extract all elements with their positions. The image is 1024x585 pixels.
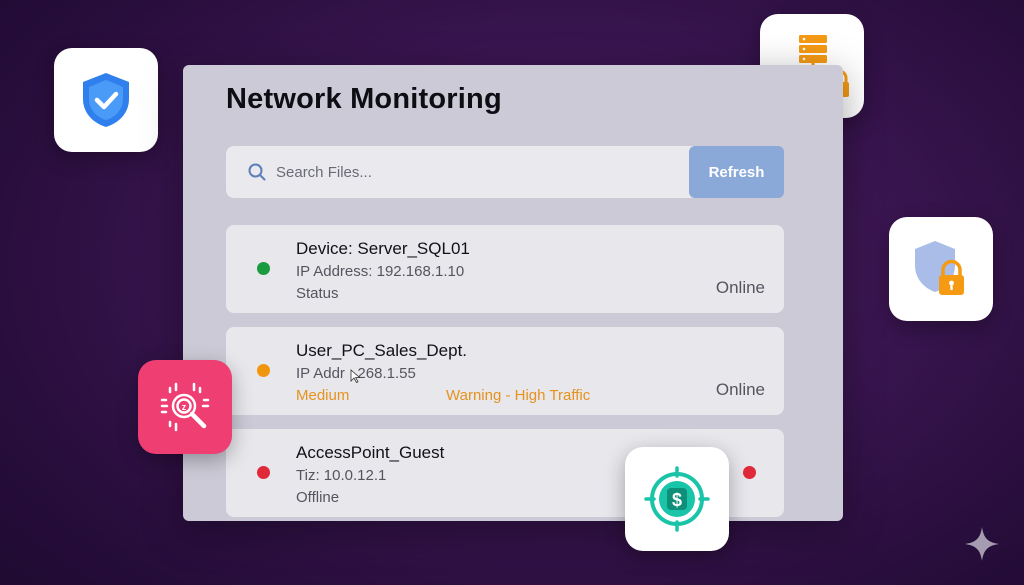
device-name: User_PC_Sales_Dept. (296, 341, 468, 360)
shield-check-tile (54, 48, 158, 152)
device-name: Device: Server_SQL01 (296, 239, 470, 258)
offline-status-dot (257, 466, 270, 479)
search-audit-tile: z (138, 360, 232, 454)
shield-check-icon (83, 73, 129, 127)
device-status-label: Status (296, 285, 339, 302)
search-icon (248, 163, 266, 181)
svg-text:z: z (182, 402, 187, 412)
page-title: Network Monitoring (226, 83, 502, 115)
device-card-user-pc-sales[interactable]: User_PC_Sales_Dept. IP Addr 268.1.55 Med… (226, 327, 784, 415)
device-warning: Warning - High Traffic (446, 387, 591, 404)
device-state: Online (715, 278, 765, 297)
shield-lock-tile (889, 217, 993, 321)
device-ip: Tiz: 10.0.12.1 (296, 467, 387, 484)
refresh-button[interactable]: Refresh (689, 146, 784, 198)
search-audit-icon: z (160, 382, 210, 432)
device-severity: Medium (296, 387, 350, 404)
search-bar: Refresh (226, 146, 784, 198)
svg-text:$: $ (672, 490, 682, 510)
sparkle-icon (965, 527, 999, 561)
device-card-server-sql01[interactable]: Device: Server_SQL01 IP Address: 192.168… (226, 225, 784, 313)
device-state: Online (715, 380, 765, 399)
warning-status-dot (257, 364, 270, 377)
device-name: AccessPoint_Guest (296, 443, 445, 462)
offline-indicator-dot (743, 466, 756, 479)
shield-lock-icon (915, 241, 964, 295)
network-monitoring-panel: Network Monitoring Refresh Device: Serve… (183, 65, 843, 521)
device-ip: IP Address: 192.168.1.10 (296, 263, 465, 280)
online-status-dot (257, 262, 270, 275)
dollar-target-icon: $ (644, 466, 710, 532)
mouse-cursor-icon (350, 369, 361, 383)
dollar-target-tile: $ (625, 447, 729, 551)
device-state: Offline (296, 489, 340, 506)
search-input[interactable] (276, 146, 676, 198)
